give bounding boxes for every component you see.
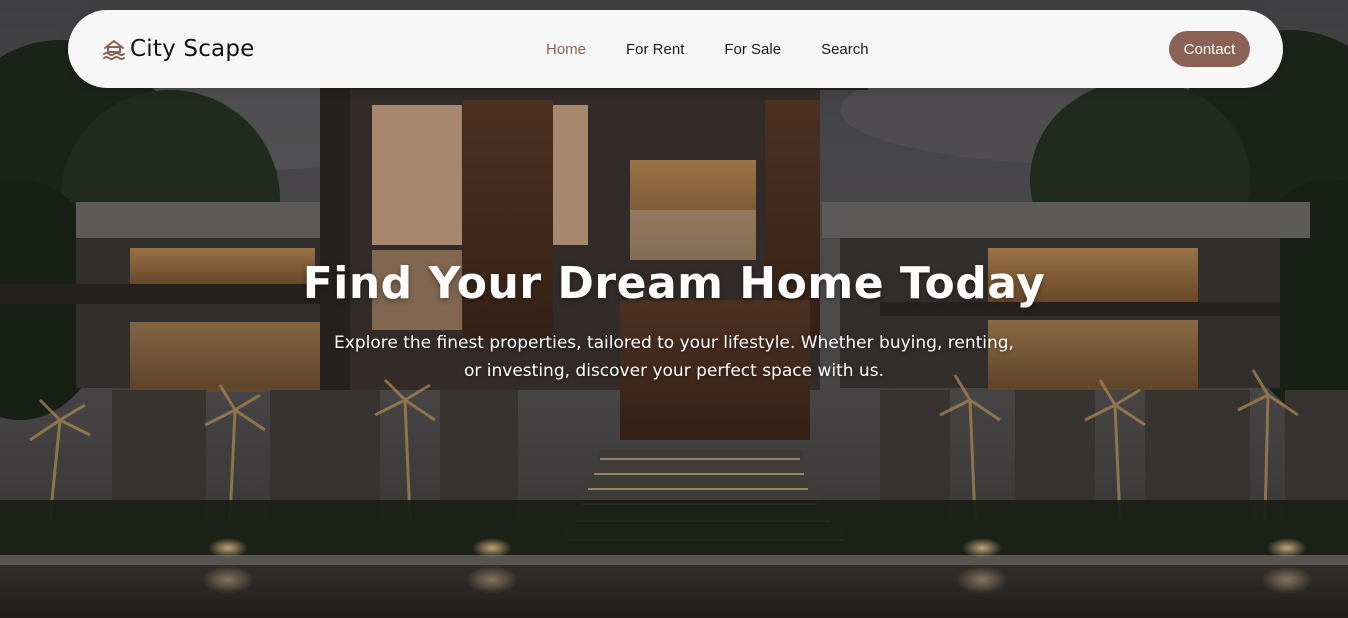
contact-button[interactable]: Contact xyxy=(1169,31,1250,67)
nav-link-home[interactable]: Home xyxy=(546,41,586,58)
nav-link-for-sale[interactable]: For Sale xyxy=(724,41,781,58)
nav-link-for-rent[interactable]: For Rent xyxy=(626,41,684,58)
nav-item-home: Home xyxy=(546,39,586,58)
nav-item-for-sale: For Sale xyxy=(724,39,781,58)
nav-item-search: Search xyxy=(821,39,869,58)
navbar: City Scape Home For Rent For Sale Search… xyxy=(68,10,1283,88)
hero-title: Find Your Dream Home Today xyxy=(302,258,1046,309)
hero-content: Find Your Dream Home Today Explore the f… xyxy=(0,258,1348,385)
nav-menu: Home For Rent For Sale Search xyxy=(546,39,869,58)
brand-logo-link[interactable]: City Scape xyxy=(102,33,254,65)
hero-subtitle: Explore the finest properties, tailored … xyxy=(334,333,1014,381)
nav-link-search[interactable]: Search xyxy=(821,41,869,58)
house-waves-icon xyxy=(103,40,125,60)
brand-name: City Scape xyxy=(130,36,255,62)
nav-item-for-rent: For Rent xyxy=(626,39,684,58)
hero-section: City Scape Home For Rent For Sale Search… xyxy=(0,0,1348,618)
